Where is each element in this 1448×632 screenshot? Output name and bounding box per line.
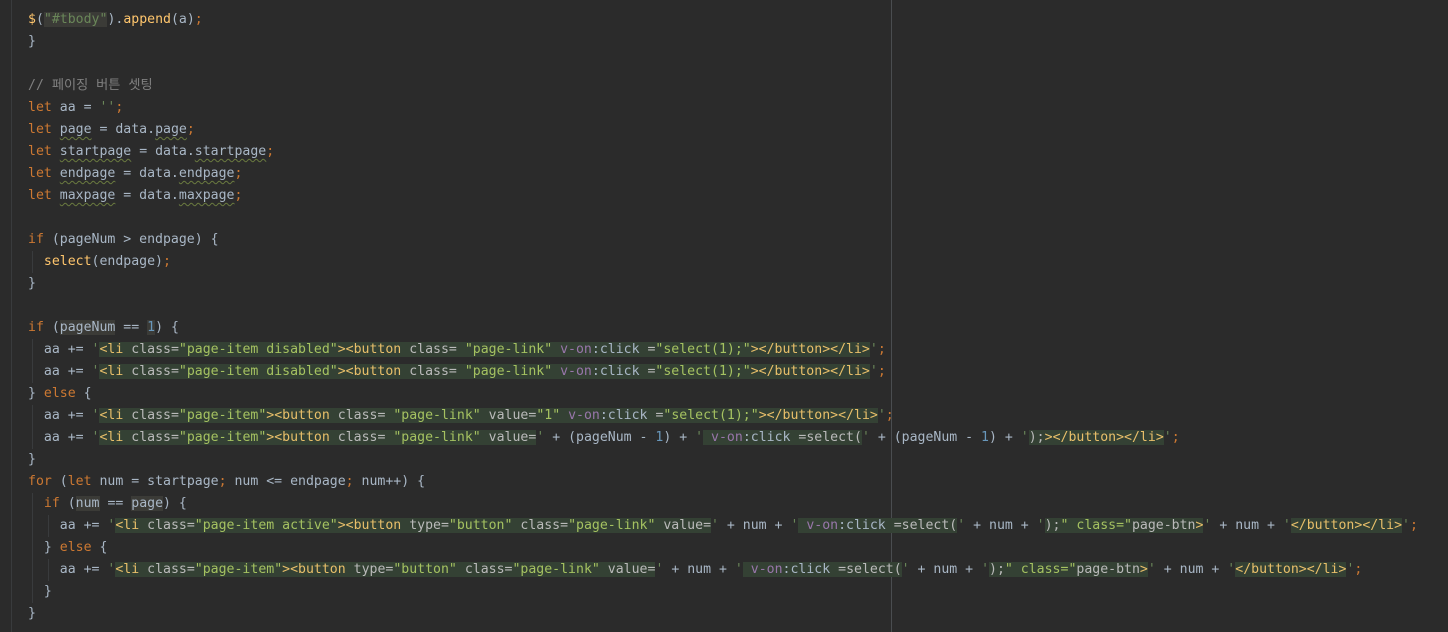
code-line[interactable]: } — [28, 273, 1418, 295]
code-line[interactable]: if (num == page) { — [28, 493, 1418, 515]
code-line[interactable]: aa += '<li class="page-item disabled"><b… — [28, 361, 1418, 383]
code-line[interactable]: } else { — [28, 537, 1418, 559]
code-line[interactable]: aa += '<li class="page-item"><button typ… — [28, 559, 1418, 581]
code-line[interactable]: select(endpage); — [28, 251, 1418, 273]
code-line[interactable] — [28, 53, 1418, 75]
code-line[interactable]: } — [28, 581, 1418, 603]
code-line[interactable] — [28, 207, 1418, 229]
code-line[interactable]: for (let num = startpage; num <= endpage… — [28, 471, 1418, 493]
code-line[interactable]: } — [28, 31, 1418, 53]
code-line[interactable]: let maxpage = data.maxpage; — [28, 185, 1418, 207]
code-line[interactable]: // 페이징 버튼 셋팅 — [28, 75, 1418, 97]
gutter-border — [11, 0, 12, 632]
code-line[interactable] — [28, 295, 1418, 317]
code-line[interactable]: let startpage = data.startpage; — [28, 141, 1418, 163]
code-line[interactable]: let page = data.page; — [28, 119, 1418, 141]
code-line[interactable]: } — [28, 603, 1418, 625]
code-line[interactable]: } — [28, 449, 1418, 471]
code-editor[interactable]: $("#tbody").append(a);} // 페이징 버튼 셋팅 let … — [0, 0, 1448, 632]
code-line[interactable]: if (pageNum > endpage) { — [28, 229, 1418, 251]
code-line[interactable]: aa += '<li class="page-item"><button cla… — [28, 405, 1418, 427]
code-line[interactable]: let endpage = data.endpage; — [28, 163, 1418, 185]
code-line[interactable]: if (pageNum == 1) { — [28, 317, 1418, 339]
code-line[interactable]: $("#tbody").append(a); — [28, 9, 1418, 31]
code-area[interactable]: $("#tbody").append(a);} // 페이징 버튼 셋팅 let … — [28, 9, 1418, 625]
code-line[interactable]: let aa = ''; — [28, 97, 1418, 119]
code-line[interactable]: aa += '<li class="page-item"><button cla… — [28, 427, 1418, 449]
code-line[interactable]: } else { — [28, 383, 1418, 405]
code-line[interactable]: aa += '<li class="page-item disabled"><b… — [28, 339, 1418, 361]
code-line[interactable]: aa += '<li class="page-item active"><but… — [28, 515, 1418, 537]
